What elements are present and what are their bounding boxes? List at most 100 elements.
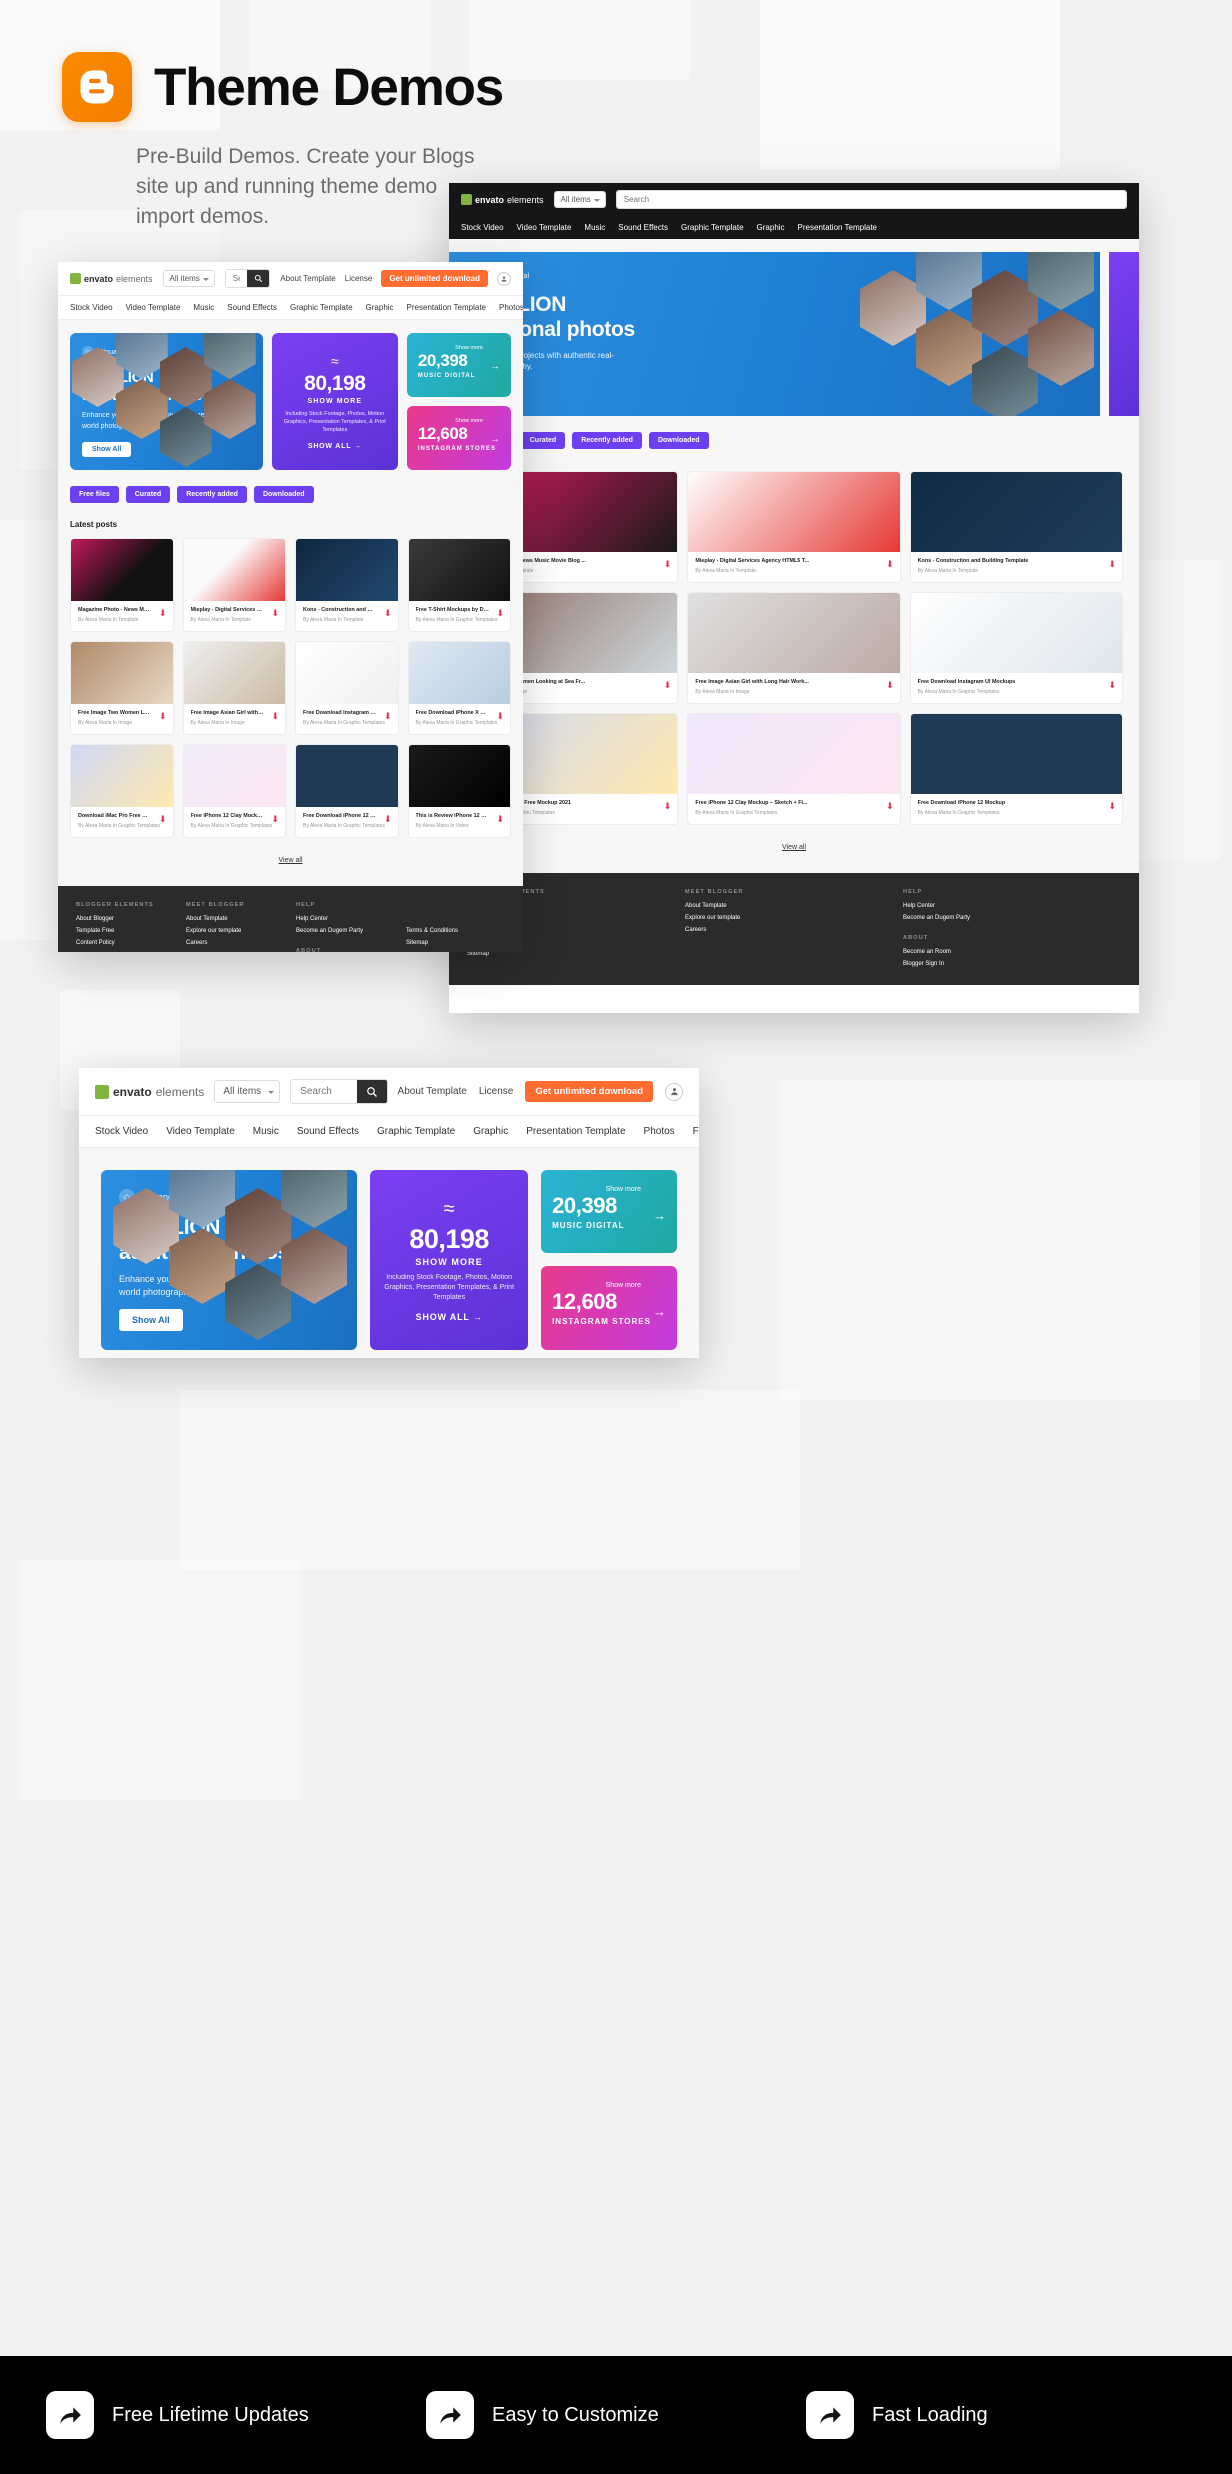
nav-item[interactable]: Music [253, 1126, 279, 1137]
envato-logo[interactable]: envato elements [70, 273, 153, 284]
footer-link[interactable]: Become an Dugem Party [296, 928, 406, 934]
nav-item[interactable]: Sound Effects [618, 223, 668, 232]
post-card[interactable]: Download iMac Pro Free Mockup 2021 By Al… [70, 743, 174, 838]
nav-item[interactable]: Photos [644, 1126, 675, 1137]
nav-item[interactable]: Stock Video [70, 303, 113, 312]
nav-item[interactable]: Presentation Template [407, 303, 486, 312]
download-icon[interactable]: ⬇ [1108, 559, 1116, 569]
post-card[interactable]: Free Download iPhone 12 Mockup By Alexa … [909, 712, 1123, 825]
download-icon[interactable]: ⬇ [384, 608, 392, 618]
user-avatar-icon[interactable] [497, 271, 511, 286]
license-link[interactable]: License [345, 274, 373, 283]
license-link[interactable]: License [479, 1086, 513, 1097]
nav-item[interactable]: Fonts [693, 1126, 699, 1137]
get-unlimited-download-button[interactable]: Get unlimited download [381, 270, 488, 287]
user-avatar-icon[interactable] [665, 1082, 683, 1101]
post-card[interactable]: Free Download Instagram UI Mockups By Al… [909, 591, 1123, 704]
footer-link[interactable]: Terms & Conditions [406, 928, 505, 934]
nav-item[interactable]: Presentation Template [526, 1126, 625, 1137]
download-icon[interactable]: ⬇ [886, 680, 894, 690]
nav-item[interactable]: Sound Effects [297, 1126, 359, 1137]
footer-link[interactable]: Become an Dugem Party [903, 915, 1121, 921]
search-icon[interactable] [247, 270, 270, 287]
category-select[interactable]: All items [553, 191, 606, 208]
hero-card-instagram[interactable]: Show more 12,608 INSTAGRAM STORES → [541, 1266, 677, 1350]
hero-card-music[interactable]: Show more 20,398 MUSIC DIGITAL → [406, 333, 511, 397]
category-select[interactable]: All items [214, 1080, 281, 1103]
footer-link[interactable]: About Template [685, 903, 903, 909]
hero-card-music[interactable]: Show more 20,398 MUSIC DIGITAL → [541, 1170, 677, 1254]
download-icon[interactable]: ⬇ [159, 814, 167, 824]
post-card[interactable]: Free iPhone 12 Clay Mockup – Sketch + Fi… [182, 743, 286, 838]
envato-logo[interactable]: envato elements [95, 1084, 204, 1099]
chip-curated[interactable]: Curated [520, 431, 566, 449]
download-icon[interactable]: ⬇ [159, 608, 167, 618]
hero-card-instagram[interactable]: Show more 12,608 INSTAGRAM STORES → [406, 405, 511, 470]
post-card[interactable]: Mieplay - Digital Services Agency HTML5 … [182, 537, 286, 632]
footer-link[interactable]: About Blogger [76, 916, 186, 922]
download-icon[interactable]: ⬇ [271, 608, 279, 618]
footer-link[interactable]: Content Policy [76, 940, 186, 946]
post-card[interactable]: Free iPhone 12 Clay Mockup – Sketch + Fi… [687, 712, 901, 825]
download-icon[interactable]: ⬇ [271, 814, 279, 824]
nav-item[interactable]: Video Template [517, 223, 572, 232]
footer-link[interactable]: Help Center [296, 916, 406, 922]
post-card[interactable]: Mieplay - Digital Services Agency HTML5 … [687, 470, 901, 583]
footer-link[interactable]: Help Center [903, 903, 1121, 909]
chip-curated[interactable]: Curated [125, 485, 171, 503]
hero-stat-purple[interactable]: ≈ 80,198 SHOW MORE Including Stock Foota… [271, 333, 398, 470]
footer-link[interactable]: About Template [186, 916, 296, 922]
download-icon[interactable]: ⬇ [886, 559, 894, 569]
nav-item[interactable]: Sound Effects [227, 303, 277, 312]
nav-item[interactable]: Music [193, 303, 214, 312]
download-icon[interactable]: ⬇ [384, 711, 392, 721]
nav-item[interactable]: Graphic Template [681, 223, 744, 232]
footer-link[interactable]: Explore our template [186, 928, 296, 934]
search-input[interactable] [291, 1080, 357, 1103]
download-icon[interactable]: ⬇ [664, 801, 672, 811]
nav-item[interactable]: Stock Video [95, 1126, 148, 1137]
footer-link[interactable]: Careers [186, 940, 296, 946]
download-icon[interactable]: ⬇ [1108, 680, 1116, 690]
search-box[interactable] [615, 190, 1127, 209]
post-card[interactable]: Free Download iPhone X Mockup Color W...… [407, 640, 511, 735]
nav-item[interactable]: Graphic Template [290, 303, 353, 312]
chip-downloaded[interactable]: Downloaded [253, 485, 314, 503]
post-card[interactable]: Kons - Construction and Building Templat… [909, 470, 1123, 583]
footer-link[interactable]: Become an Room [903, 949, 1121, 955]
about-template-link[interactable]: About Template [280, 274, 335, 283]
nav-item[interactable]: Graphic Template [377, 1126, 455, 1137]
nav-item[interactable]: Video Template [166, 1126, 235, 1137]
post-card[interactable]: Free T-Shirt Mockups by Demo Only By Ale… [407, 537, 511, 632]
footer-link[interactable]: Careers [685, 927, 903, 933]
search-box[interactable] [290, 1079, 388, 1104]
footer-link[interactable]: Sitemap [406, 940, 505, 946]
download-icon[interactable]: ⬇ [1108, 801, 1116, 811]
search-input[interactable] [225, 270, 248, 287]
footer-link[interactable]: Template Free [76, 928, 186, 934]
search-icon[interactable] [356, 1080, 387, 1103]
nav-item[interactable]: Graphic [366, 303, 394, 312]
chip-downloaded[interactable]: Downloaded [648, 431, 709, 449]
download-icon[interactable]: ⬇ [271, 711, 279, 721]
get-unlimited-download-button[interactable]: Get unlimited download [525, 1081, 653, 1102]
search-input[interactable] [616, 191, 1126, 208]
about-template-link[interactable]: About Template [398, 1086, 467, 1097]
nav-item[interactable]: Presentation Template [798, 223, 877, 232]
hero-stat-purple[interactable]: ≈ 80,198 SHOW MORE Including Stock Foota… [370, 1170, 529, 1350]
post-card[interactable]: Kons - Construction and Building Templat… [295, 537, 399, 632]
post-card[interactable]: Free Download iPhone 12 Mockup By Alexa … [295, 743, 399, 838]
post-card[interactable]: Free Image Asian Girl with Long Hair Wor… [687, 591, 901, 704]
nav-item[interactable]: Stock Video [461, 223, 504, 232]
view-all-link[interactable]: View all [465, 825, 1123, 873]
category-select[interactable]: All items [162, 270, 215, 287]
post-card[interactable]: Free Download Instagram UI Mockups By Al… [295, 640, 399, 735]
post-card[interactable]: Magazine Photo - News Music Movie Blog .… [70, 537, 174, 632]
nav-item[interactable]: Photos [499, 303, 523, 312]
post-card[interactable]: This is Review iPhone 12 Pro by Apple By… [407, 743, 511, 838]
nav-item[interactable]: Music [584, 223, 605, 232]
nav-item[interactable]: Video Template [126, 303, 181, 312]
search-box[interactable] [224, 269, 271, 288]
download-icon[interactable]: ⬇ [496, 711, 504, 721]
download-icon[interactable]: ⬇ [159, 711, 167, 721]
